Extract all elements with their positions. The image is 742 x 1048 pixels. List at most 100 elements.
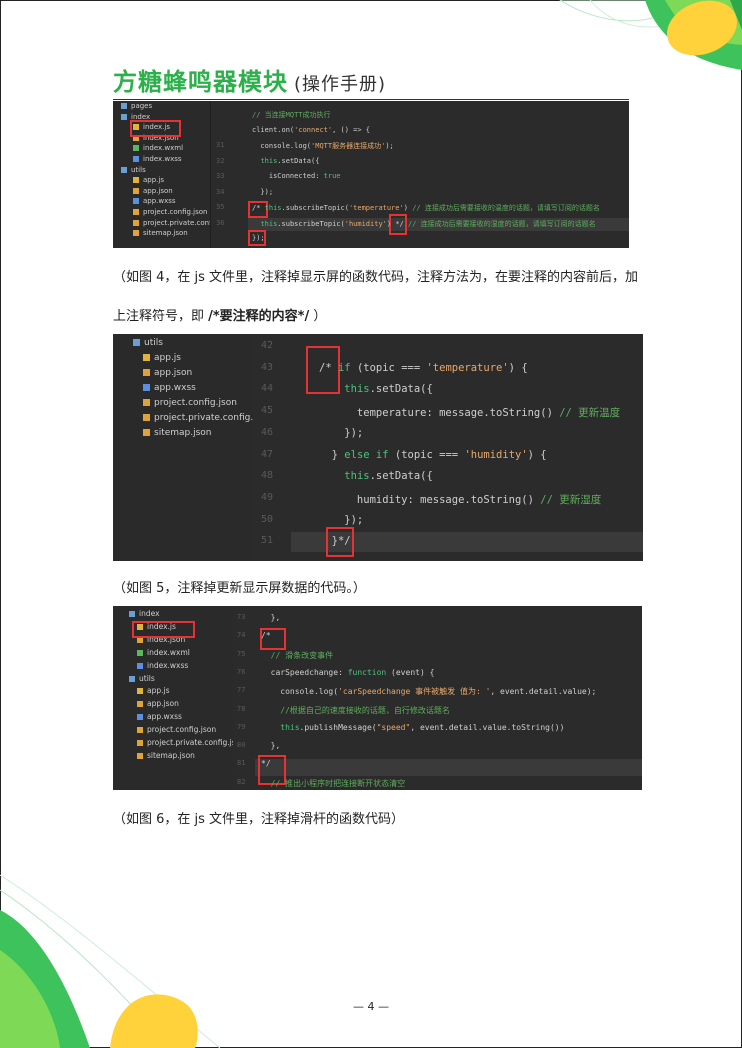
line-number: 47 [261, 448, 274, 460]
file-tree-item[interactable]: app.wxss [137, 712, 182, 721]
file-tree-label: project.private.config.js... [147, 738, 243, 747]
file-tree-label: index.wxml [143, 144, 184, 153]
wxss-file-icon [137, 714, 143, 721]
folder-icon [121, 166, 127, 173]
file-tree-label: utils [144, 338, 163, 348]
folder-icon [121, 103, 127, 109]
code-line: }); [252, 187, 274, 196]
file-tree-label: app.js [154, 353, 181, 363]
code-line: }*/ [319, 535, 351, 548]
file-tree: utils app.js app.json app.wxss project.confi… [113, 334, 269, 561]
code-line: }); [319, 513, 364, 526]
file-tree-item[interactable]: app.js [137, 686, 170, 695]
line-number: 32 [216, 156, 225, 165]
folder-icon [129, 611, 135, 617]
file-tree-label: app.wxss [154, 383, 196, 393]
file-tree-item[interactable]: project.config.json [137, 725, 216, 734]
file-tree-item[interactable]: utils [129, 674, 155, 683]
file-tree-label: sitemap.json [143, 229, 188, 238]
file-tree-item[interactable]: utils [133, 338, 163, 348]
code-line: console.log('MQTT服务器连接成功'); [252, 142, 394, 150]
line-number: 35 [216, 203, 225, 211]
file-tree-item[interactable]: pages [121, 102, 152, 110]
file-tree-item[interactable]: app.json [137, 699, 179, 708]
code-line: /* if (topic === 'temperature') { [319, 361, 528, 374]
file-tree-item[interactable]: sitemap.json [143, 428, 212, 438]
json-file-icon [133, 230, 139, 237]
file-tree-item[interactable]: app.json [143, 368, 192, 378]
file-tree-label: app.js [143, 176, 164, 185]
code-line: }, [261, 613, 281, 622]
line-number: 74 [237, 631, 246, 640]
code-line: client.on('connect', () => { [252, 125, 371, 134]
wxss-file-icon [137, 662, 143, 669]
code-line: /* this.subscribeTopic('temperature') //… [252, 204, 600, 212]
file-tree-item[interactable]: app.js [133, 176, 164, 184]
file-tree-item[interactable]: index.wxml [137, 648, 190, 657]
line-number: 81 [237, 759, 246, 768]
line-number: 77 [237, 686, 246, 695]
json-file-icon [143, 369, 150, 376]
line-number: 73 [237, 613, 246, 621]
line-number: 78 [237, 704, 246, 713]
line-number: 33 [216, 172, 225, 180]
file-tree-item[interactable]: index [129, 609, 160, 618]
code-line: /* [261, 631, 271, 641]
line-number: 51 [261, 535, 274, 547]
wxml-file-icon [137, 649, 143, 656]
code-line: carSpeedchange: function (event) { [261, 667, 435, 677]
code-line: }, [261, 741, 281, 751]
file-tree-item[interactable]: app.wxss [133, 197, 176, 205]
file-tree-label: pages [131, 102, 153, 110]
file-tree-item[interactable]: utils [121, 166, 146, 174]
file-tree-label: index.wxss [147, 660, 189, 670]
file-tree-item[interactable]: app.json [133, 187, 173, 195]
highlight-box-indexjs [132, 621, 195, 638]
file-tree-item[interactable]: app.js [143, 353, 181, 363]
highlight-box-indexjs [130, 120, 181, 137]
line-number: 50 [261, 513, 274, 525]
line-number: 31 [216, 141, 225, 149]
caption-figure-6: （如图 6，在 js 文件里，注释掉滑杆的函数代码） [113, 812, 405, 827]
file-tree-item[interactable]: app.wxss [143, 383, 196, 393]
file-tree-label: app.wxss [143, 197, 176, 206]
line-number: 36 [216, 218, 225, 227]
js-file-icon [133, 177, 139, 184]
file-tree-label: app.json [147, 699, 179, 709]
file-tree-item[interactable]: index.wxml [133, 144, 183, 152]
line-number: 46 [261, 426, 274, 438]
comment-syntax: /*要注释的内容*/ [208, 309, 310, 324]
json-file-icon [137, 701, 143, 708]
line-number: 42 [261, 340, 274, 351]
bottom-left-decoration [0, 874, 221, 1048]
caption-text: 上注释符号，即 [113, 309, 209, 324]
file-tree-item[interactable]: project.private.config.js... [143, 413, 269, 423]
code-line: // 当连接MQTT成功执行 [252, 111, 331, 119]
js-file-icon [137, 688, 143, 695]
file-tree-item[interactable]: project.config.json [143, 398, 237, 408]
line-number: 80 [237, 741, 246, 750]
line-number: 44 [261, 383, 274, 395]
caption-figure-5: （如图 5，注释掉更新显示屏数据的代码。） [113, 581, 366, 596]
line-number: 75 [237, 649, 246, 658]
file-tree-item[interactable]: index.wxss [133, 155, 182, 163]
code-line: humidity: message.toString() // 更新湿度 [319, 493, 602, 506]
code-line: console.log('carSpeedchange 事件被触发 值为: ',… [261, 687, 597, 697]
code-line: // 滑条改变事件 [270, 650, 334, 660]
line-number: 82 [237, 777, 246, 786]
json-file-icon [133, 209, 139, 215]
code-screenshot-2: utils app.js app.json app.wxss project.confi… [113, 334, 643, 561]
file-tree-item[interactable]: sitemap.json [137, 751, 195, 760]
caption-end: ） [309, 309, 327, 324]
code-line: */ [261, 759, 271, 769]
file-tree-label: app.js [147, 686, 170, 696]
folder-icon [133, 339, 140, 346]
file-tree-label: index.wxml [147, 647, 190, 657]
json-file-icon [143, 429, 150, 436]
file-tree-item[interactable]: sitemap.json [133, 229, 188, 237]
file-tree-label: project.config.json [154, 398, 237, 408]
file-tree-item[interactable]: project.private.config.js... [137, 738, 243, 747]
file-tree-item[interactable]: index.wxss [137, 661, 188, 670]
file-tree-item[interactable]: project.config.json [133, 208, 207, 216]
wxml-file-icon [133, 145, 139, 152]
